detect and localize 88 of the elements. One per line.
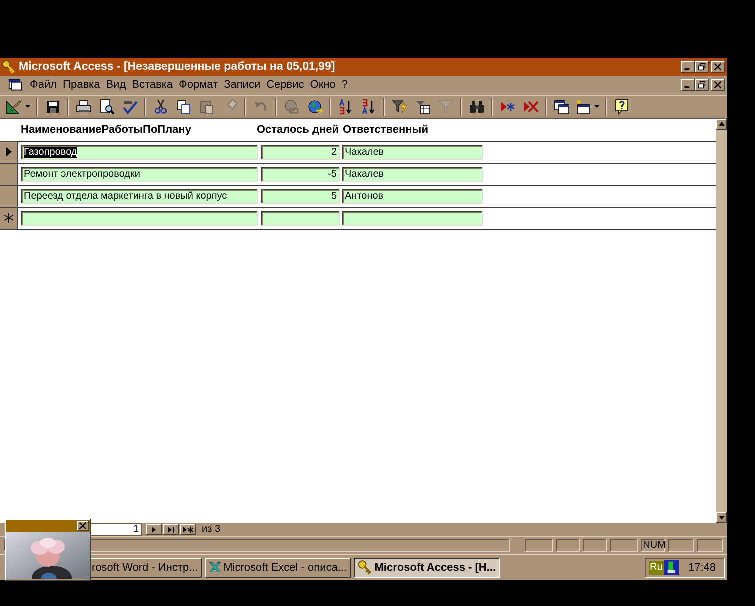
record-selector[interactable] <box>0 142 18 163</box>
minimize-button[interactable] <box>681 79 695 92</box>
text-field[interactable]: 5 <box>261 188 340 204</box>
status-panel <box>525 539 554 552</box>
link-icon <box>284 98 300 115</box>
text-field[interactable]: Антонов <box>342 188 483 204</box>
clock: 17:48 <box>688 562 716 574</box>
close-button[interactable] <box>77 521 89 531</box>
record-selector[interactable] <box>0 186 18 207</box>
computer-icon[interactable] <box>664 560 679 576</box>
menu-item[interactable]: Правка <box>60 79 104 92</box>
column-header: НаименованиеРаботыПоПлану <box>21 124 192 136</box>
key-icon <box>358 560 373 576</box>
column-header: Осталось дней <box>256 124 339 136</box>
menu-item[interactable]: Вставка <box>129 79 176 92</box>
menu-item[interactable]: ? <box>338 79 351 92</box>
paste-icon <box>198 98 214 115</box>
document-icon[interactable] <box>8 78 23 92</box>
menu-item[interactable]: Сервис <box>264 79 308 92</box>
taskbar-button[interactable]: Microsoft Excel - описа... <box>205 558 351 578</box>
status-panel <box>556 539 580 552</box>
menu-item[interactable]: Вид <box>103 79 130 92</box>
text-field[interactable]: -5 <box>261 166 340 182</box>
scissors-icon <box>152 98 168 115</box>
text-field[interactable]: Газопровод <box>21 144 258 160</box>
sort-ascending-icon <box>338 98 354 115</box>
x-letter-icon <box>209 560 222 576</box>
record-selector[interactable] <box>0 164 18 185</box>
text-field[interactable] <box>342 210 483 226</box>
text-field[interactable] <box>21 210 258 226</box>
menu-item[interactable]: Формат <box>176 79 222 92</box>
status-panel <box>697 539 723 552</box>
new-record-icon <box>183 526 193 534</box>
new-object-icon <box>575 98 591 115</box>
column-header: Ответственный <box>343 124 428 136</box>
current-record-icon <box>6 147 12 158</box>
text-field[interactable] <box>261 210 340 226</box>
save-icon <box>44 98 60 115</box>
binoculars-icon <box>468 98 484 115</box>
text-field[interactable]: Переезд отдела маркетинга в новый корпус <box>21 188 258 204</box>
vertical-scrollbar[interactable] <box>716 118 727 524</box>
record-selector[interactable] <box>0 208 18 229</box>
scroll-up-button[interactable] <box>716 118 727 130</box>
last-record-button[interactable] <box>163 524 179 536</box>
down-arrow-icon <box>718 516 724 520</box>
scroll-down-button[interactable] <box>716 512 727 524</box>
next-icon <box>150 526 158 534</box>
delete-record-icon <box>522 98 538 115</box>
spell-check-icon <box>122 98 138 115</box>
ruler-pencil-icon <box>6 98 22 115</box>
restore-button[interactable] <box>695 60 709 73</box>
text-field[interactable]: Чакалев <box>342 166 483 182</box>
database-window-icon <box>554 98 570 115</box>
help-icon <box>614 98 630 115</box>
up-arrow-icon <box>718 122 724 126</box>
menu-item[interactable]: Записи <box>221 79 264 92</box>
restore-button[interactable] <box>695 79 709 92</box>
menu-item[interactable]: Окно <box>307 79 339 92</box>
close-button[interactable] <box>711 60 725 73</box>
status-panel <box>668 539 694 552</box>
record-count: из 3 <box>202 524 221 536</box>
status-panel <box>583 539 608 552</box>
copy-icon <box>176 98 192 115</box>
status-panel <box>610 539 638 552</box>
printer-icon <box>76 98 92 115</box>
close-button[interactable] <box>711 79 725 92</box>
language-indicator[interactable]: Ru <box>649 560 664 575</box>
next-record-button[interactable] <box>146 524 162 536</box>
last-icon <box>167 526 175 534</box>
new-record-icon <box>4 213 14 224</box>
new-record-button[interactable] <box>180 524 196 536</box>
taskbar-button[interactable]: rosoft Word - Инстр... <box>90 558 202 578</box>
minimize-button[interactable] <box>681 60 695 73</box>
menu-item[interactable]: Файл <box>27 79 60 92</box>
record-number-field[interactable]: 1 <box>90 523 142 536</box>
sort-descending-icon <box>360 98 376 115</box>
funnel-icon <box>438 98 454 115</box>
globe-icon <box>306 98 322 115</box>
window-title: Microsoft Access - [Незавершенные работы на 05,01,99] <box>19 60 336 73</box>
text-field[interactable]: Чакалев <box>342 144 483 160</box>
taskbar-button[interactable]: Microsoft Access - [Н... <box>354 558 500 578</box>
text-field[interactable]: 2 <box>261 144 340 160</box>
filter-lightning-icon <box>392 98 408 115</box>
print-preview-icon <box>98 98 114 115</box>
filter-form-icon <box>414 98 430 115</box>
num-lock-indicator: NUM <box>641 539 666 552</box>
text-field[interactable]: Ремонт электропроводки <box>21 166 258 182</box>
key-icon <box>2 60 16 74</box>
